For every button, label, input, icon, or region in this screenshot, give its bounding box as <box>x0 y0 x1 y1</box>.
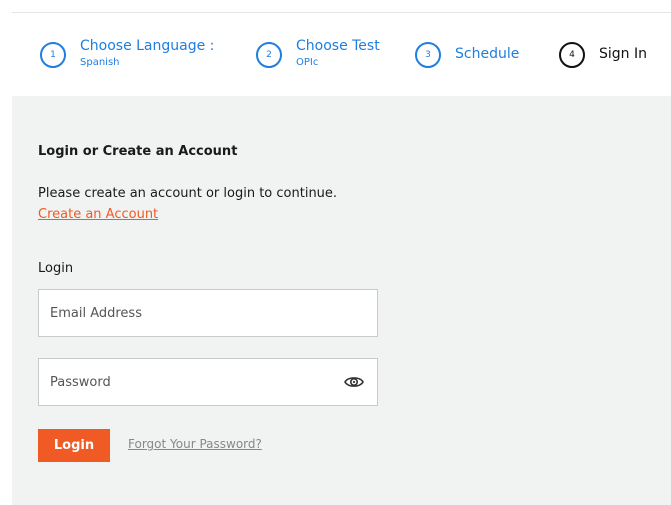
step-number-badge: 2 <box>256 42 282 68</box>
panel-title: Login or Create an Account <box>38 144 238 159</box>
step-label: Choose Test <box>296 38 380 54</box>
step-number-badge: 1 <box>40 42 66 68</box>
forgot-password-link[interactable]: Forgot Your Password? <box>128 437 262 451</box>
progress-steps: 1 Choose Language : Spanish 2 Choose Tes… <box>40 36 671 82</box>
create-account-link[interactable]: Create an Account <box>38 207 158 222</box>
email-input[interactable] <box>39 290 377 336</box>
login-section-label: Login <box>38 261 74 276</box>
step-label: Sign In <box>599 46 647 62</box>
step-label: Schedule <box>455 46 520 62</box>
step-number-badge: 3 <box>415 42 441 68</box>
step-selection: OPIc <box>296 57 319 68</box>
password-field <box>38 358 378 406</box>
step-label: Choose Language : <box>80 38 215 54</box>
email-field <box>38 289 378 337</box>
step-selection: Spanish <box>80 57 120 68</box>
step-number-badge: 4 <box>559 42 585 68</box>
panel-description: Please create an account or login to con… <box>38 186 338 201</box>
eye-icon[interactable] <box>343 373 365 391</box>
login-panel: Login or Create an Account Please create… <box>12 96 671 505</box>
login-button[interactable]: Login <box>38 429 110 462</box>
password-input[interactable] <box>39 359 377 405</box>
top-divider <box>12 12 671 13</box>
